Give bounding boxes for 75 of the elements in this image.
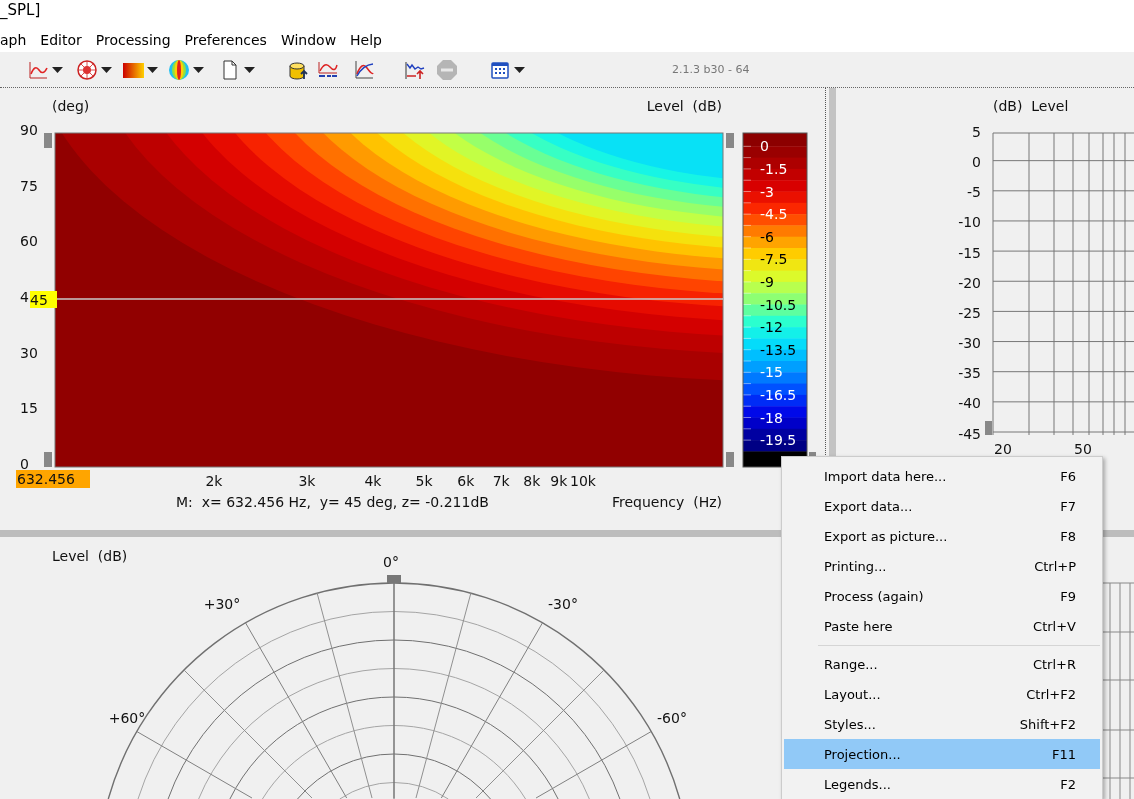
colorbar-label: -4.5 (760, 206, 788, 223)
tick-label: -35 (958, 365, 981, 382)
menu-item[interactable]: Help (350, 32, 382, 48)
axis-label: Level (dB) (52, 548, 128, 564)
menu-item[interactable]: Preferences (184, 32, 267, 48)
tick-label: 4k (364, 473, 382, 489)
menu-item[interactable]: Export data... F7 (784, 491, 1100, 521)
colorbar-label: -12 (760, 319, 783, 336)
tick-label: 8k (523, 473, 541, 489)
tick-label: 9k (550, 473, 568, 489)
tick-label: 50 (1074, 441, 1092, 457)
colorbar-label: -6 (760, 228, 774, 245)
tick-label: 4 (20, 289, 29, 305)
angle-label: -60° (657, 710, 687, 726)
colorbar-label: -13.5 (760, 341, 797, 358)
menu-item[interactable]: Styles... Shift+F2 (784, 709, 1100, 739)
tick-label: -20 (958, 274, 981, 291)
axis-label: (deg) (52, 98, 90, 114)
tick-label: 2k (205, 473, 223, 489)
colorbar-label: -7.5 (760, 251, 788, 268)
tick-label: 60 (20, 233, 38, 250)
menu-item[interactable]: Export as picture... F8 (784, 521, 1100, 551)
colorbar-label: -16.5 (760, 386, 797, 403)
tick-label: -10 (958, 214, 981, 231)
colorbar-label: -19.5 (760, 432, 797, 449)
version-label: 2.1.3 b30 - 64 (672, 63, 750, 76)
menu-item[interactable]: Processing (95, 32, 171, 48)
menu-item[interactable]: Range... Ctrl+R (784, 649, 1100, 679)
tick-label: 30 (20, 344, 38, 361)
menu-item[interactable]: Window (280, 32, 337, 48)
menu-item[interactable]: Import data here... F6 (784, 461, 1100, 491)
tick-label: 5k (415, 473, 433, 489)
tick-label: 90 (20, 122, 38, 138)
axis-label: Level (dB) (646, 98, 722, 114)
tick-label: -5 (967, 184, 981, 201)
tick-label: 0 (20, 456, 29, 472)
cursor-value-label: 45 (30, 291, 57, 308)
menu-item[interactable]: Process (again) F9 (784, 581, 1100, 611)
cursor-value-label: 632.456 (16, 470, 90, 488)
angle-label: 0° (383, 554, 399, 570)
menu-item[interactable]: aph (0, 32, 27, 48)
axis-label: Frequency (Hz) (611, 494, 722, 510)
tick-label: -45 (958, 425, 981, 442)
colorbar-label: -15 (760, 364, 783, 381)
tick-label: -30 (958, 335, 981, 352)
tick-label: 20 (994, 441, 1012, 457)
angle-label: -30° (548, 596, 578, 612)
tick-label: 0 (972, 154, 981, 171)
tick-label: 7k (492, 473, 510, 489)
window-title: _SPL] (0, 0, 41, 20)
tick-label: -40 (958, 395, 981, 412)
menu-item[interactable]: Editor (40, 32, 82, 48)
tick-label: 6k (457, 473, 475, 489)
tick-label: -25 (958, 304, 981, 321)
angle-label: +30° (203, 596, 241, 612)
colorbar-label: -1.5 (760, 160, 788, 177)
tick-label: 75 (20, 177, 38, 194)
tick-label: 5 (972, 124, 981, 140)
colorbar-label: -10.5 (760, 296, 797, 313)
cursor-readout: M: x= 632.456 Hz, y= 45 deg, z= -0.211dB (176, 494, 489, 510)
colorbar-label: -18 (760, 409, 783, 426)
menu-item[interactable]: Paste here Ctrl+V (784, 611, 1100, 641)
colorbar-label: -3 (760, 183, 774, 200)
menu-item[interactable]: Layout... Ctrl+F2 (784, 679, 1100, 709)
menu-item[interactable]: Legends... F2 (784, 769, 1100, 799)
tick-label: 3k (298, 473, 316, 489)
tick-label: -15 (958, 244, 981, 261)
axis-label: (dB) Level (993, 98, 1069, 114)
tick-label: 15 (20, 400, 38, 417)
colorbar-label: -9 (760, 273, 774, 290)
angle-label: +60° (108, 710, 146, 726)
menu-item[interactable]: Printing... Ctrl+P (784, 551, 1100, 581)
tick-label: 10k (570, 473, 596, 489)
colorbar-label: 0 (760, 138, 769, 155)
menu-item[interactable]: Projection... F11 (784, 739, 1100, 769)
